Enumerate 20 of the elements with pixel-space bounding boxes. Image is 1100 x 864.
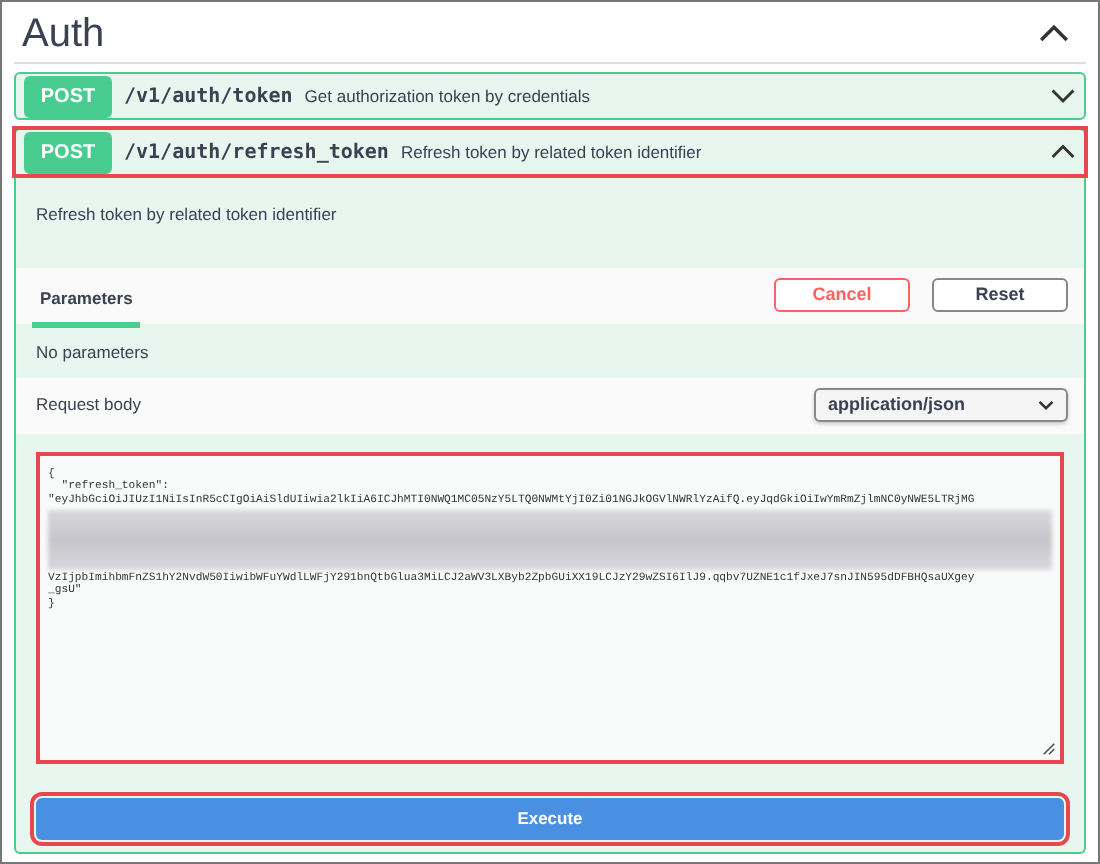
- caret-icon: [1038, 400, 1054, 411]
- operation-summary-text: Refresh token by related token identifier: [400, 139, 702, 165]
- request-body-label: Request body: [36, 392, 141, 419]
- method-badge: POST: [24, 131, 112, 173]
- method-badge: POST: [24, 75, 112, 117]
- operation-description: Refresh token by related token identifier: [34, 202, 339, 228]
- chevron-up-icon[interactable]: [1038, 24, 1070, 44]
- chevron-down-icon[interactable]: [1050, 88, 1076, 104]
- operation-summary[interactable]: POST /v1/auth/refresh_token Refresh token by related token identifier: [16, 130, 1084, 174]
- no-parameters-text: No parameters: [34, 339, 151, 366]
- parameters-tab[interactable]: Parameters: [32, 271, 141, 328]
- content-type-select[interactable]: application/json: [814, 388, 1068, 423]
- operation-path: /v1/auth/token: [124, 83, 293, 111]
- request-body-editor[interactable]: [36, 451, 1064, 764]
- operation-summary-text: Get authorization token by credentials: [304, 83, 590, 109]
- resize-grip-icon[interactable]: [1042, 741, 1056, 756]
- section-title[interactable]: Auth: [22, 10, 105, 58]
- chevron-up-icon[interactable]: [1050, 144, 1076, 160]
- operation-path: /v1/auth/refresh_token: [124, 139, 389, 167]
- reset-button[interactable]: Reset: [932, 278, 1068, 313]
